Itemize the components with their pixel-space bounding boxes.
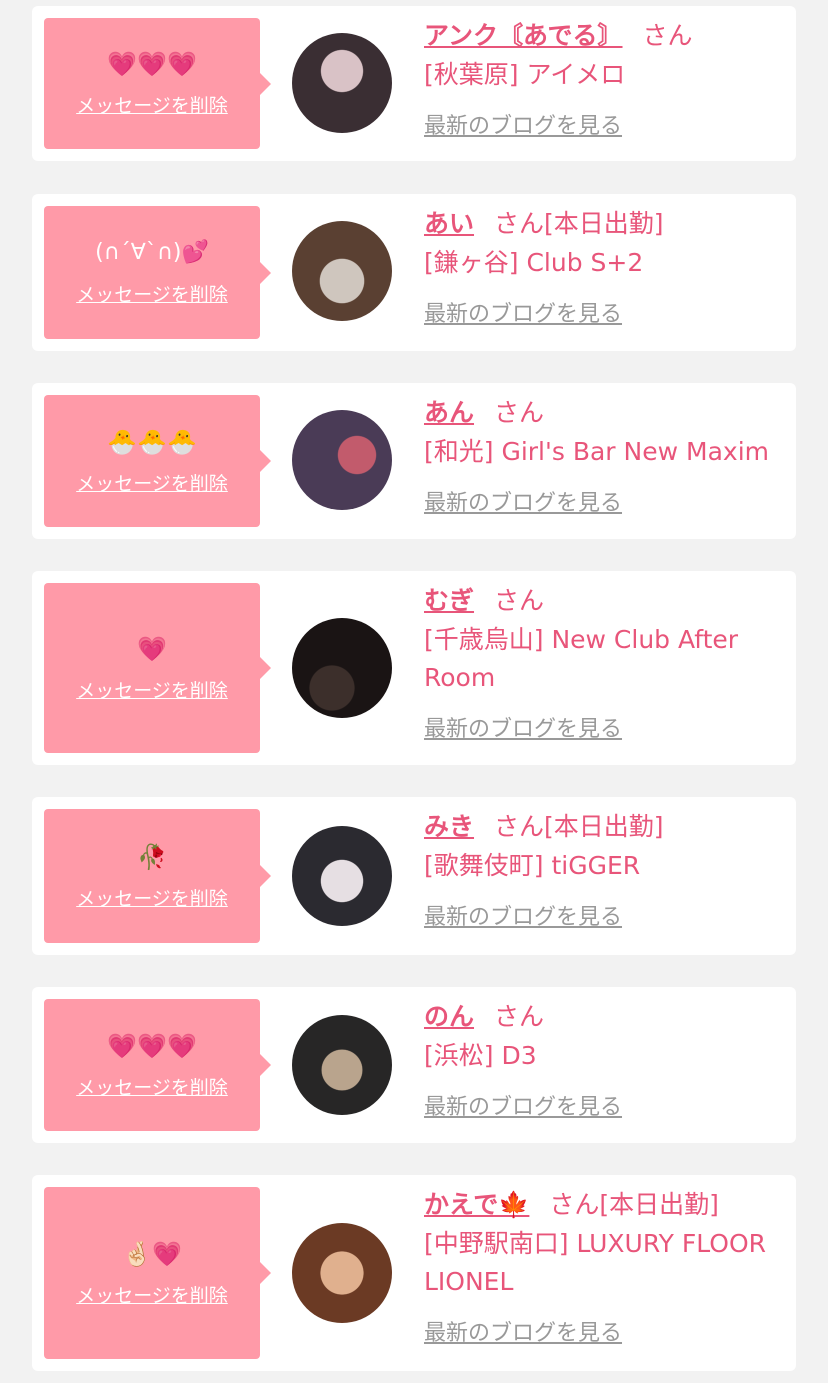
message-bubble: 💗💗💗 メッセージを削除 (44, 18, 271, 149)
item-info: のん さん [浜松] D3 最新のブログを見る (424, 997, 784, 1121)
latest-blog-link[interactable]: 最新のブログを見る (424, 1089, 622, 1121)
shop-label: [和光] Girl's Bar New Maxim (424, 437, 769, 466)
honorific: さん (549, 1190, 600, 1219)
list-item: 💗💗💗 メッセージを削除 のん さん [浜松] D3 最新のブログを見る (32, 987, 796, 1143)
list-item: 💗💗💗 メッセージを削除 アンク〘あでる〙 さん [秋葉原] アイメロ 最新のブロ… (32, 6, 796, 161)
honorific: さん (494, 398, 545, 427)
name-row: のん さん (424, 997, 784, 1037)
name-link[interactable]: あい (424, 209, 474, 238)
message-text: 💗💗💗 (107, 50, 197, 78)
list-item: 🐣🐣🐣 メッセージを削除 あん さん [和光] Girl's Bar New Ma… (32, 383, 796, 539)
shop-label: [秋葉原] アイメロ (424, 60, 626, 89)
latest-blog-link[interactable]: 最新のブログを見る (424, 108, 622, 140)
message-bubble: 🐣🐣🐣 メッセージを削除 (44, 395, 271, 527)
name-link[interactable]: みき (424, 812, 474, 841)
honorific: さん (494, 209, 545, 238)
item-info: みき さん[本日出勤] [歌舞伎町] tiGGER 最新のブログを見る (424, 807, 784, 931)
message-text: 🐣🐣🐣 (107, 427, 197, 456)
name-link[interactable]: あん (424, 398, 474, 427)
delete-message-link[interactable]: メッセージを削除 (76, 1073, 228, 1100)
status-badge: [本日出勤] (544, 812, 664, 841)
avatar[interactable] (292, 826, 392, 926)
message-text: 🤞🏻💗 (122, 1239, 182, 1268)
name-row: むぎ さん (424, 581, 784, 621)
status-badge: [本日出勤] (544, 209, 664, 238)
shop-label: [中野駅南口] LUXURY FLOOR LIONEL (424, 1229, 766, 1296)
avatar[interactable] (292, 221, 392, 321)
message-text: (∩´∀`∩)💕 (95, 240, 209, 265)
delete-message-link[interactable]: メッセージを削除 (76, 469, 228, 496)
list-item: 💗 メッセージを削除 むぎ さん [千歳烏山] New Club After Ro… (32, 571, 796, 765)
avatar[interactable] (292, 618, 392, 718)
name-row: あい さん[本日出勤] (424, 204, 784, 244)
list-item: 🤞🏻💗 メッセージを削除 かえで🍁 さん[本日出勤] [中野駅南口] LUXURY… (32, 1175, 796, 1371)
latest-blog-link[interactable]: 最新のブログを見る (424, 296, 622, 328)
honorific: さん (494, 1002, 545, 1031)
message-text: 💗💗💗 (107, 1031, 197, 1060)
honorific: さん (494, 586, 545, 615)
delete-message-link[interactable]: メッセージを削除 (76, 884, 228, 911)
latest-blog-link[interactable]: 最新のブログを見る (424, 711, 622, 743)
name-link[interactable]: のん (424, 1002, 474, 1031)
shop-label: [浜松] D3 (424, 1041, 537, 1070)
delete-message-link[interactable]: メッセージを削除 (76, 91, 228, 118)
avatar[interactable] (292, 1223, 392, 1323)
message-bubble: 🥀 メッセージを削除 (44, 809, 271, 943)
delete-message-link[interactable]: メッセージを削除 (76, 1281, 228, 1308)
message-bubble: 🤞🏻💗 メッセージを削除 (44, 1187, 271, 1359)
avatar[interactable] (292, 410, 392, 510)
honorific: さん (494, 812, 545, 841)
shop-label: [歌舞伎町] tiGGER (424, 851, 641, 880)
item-info: あん さん [和光] Girl's Bar New Maxim 最新のブログを見る (424, 393, 784, 517)
list-item: (∩´∀`∩)💕 メッセージを削除 あい さん[本日出勤] [鎌ヶ谷] Club … (32, 194, 796, 351)
shop-label: [千歳烏山] New Club After Room (424, 625, 739, 692)
item-info: アンク〘あでる〙 さん [秋葉原] アイメロ 最新のブログを見る (424, 16, 784, 140)
list-item: 🥀 メッセージを削除 みき さん[本日出勤] [歌舞伎町] tiGGER 最新のブ… (32, 797, 796, 955)
name-row: アンク〘あでる〙 さん (424, 16, 784, 56)
message-bubble: 💗 メッセージを削除 (44, 583, 271, 753)
latest-blog-link[interactable]: 最新のブログを見る (424, 1315, 622, 1347)
name-link[interactable]: アンク〘あでる〙 (424, 21, 623, 50)
item-info: あい さん[本日出勤] [鎌ヶ谷] Club S+2 最新のブログを見る (424, 204, 784, 328)
avatar[interactable] (292, 33, 392, 133)
status-badge: [本日出勤] (599, 1190, 719, 1219)
name-link[interactable]: かえで🍁 (424, 1190, 529, 1219)
message-list: 💗💗💗 メッセージを削除 アンク〘あでる〙 さん [秋葉原] アイメロ 最新のブロ… (0, 0, 828, 1383)
honorific: さん (642, 21, 693, 50)
name-row: かえで🍁 さん[本日出勤] (424, 1185, 784, 1225)
name-row: あん さん (424, 393, 784, 433)
message-text: 🥀 (137, 842, 167, 871)
item-info: かえで🍁 さん[本日出勤] [中野駅南口] LUXURY FLOOR LIONEL… (424, 1185, 784, 1347)
latest-blog-link[interactable]: 最新のブログを見る (424, 485, 622, 517)
name-row: みき さん[本日出勤] (424, 807, 784, 847)
message-text: 💗 (137, 634, 167, 663)
name-link[interactable]: むぎ (424, 586, 474, 615)
message-bubble: (∩´∀`∩)💕 メッセージを削除 (44, 206, 271, 339)
latest-blog-link[interactable]: 最新のブログを見る (424, 899, 622, 931)
avatar[interactable] (292, 1015, 392, 1115)
shop-label: [鎌ヶ谷] Club S+2 (424, 248, 644, 277)
item-info: むぎ さん [千歳烏山] New Club After Room 最新のブログを見… (424, 581, 784, 743)
message-bubble: 💗💗💗 メッセージを削除 (44, 999, 271, 1131)
delete-message-link[interactable]: メッセージを削除 (76, 676, 228, 703)
delete-message-link[interactable]: メッセージを削除 (76, 280, 228, 307)
